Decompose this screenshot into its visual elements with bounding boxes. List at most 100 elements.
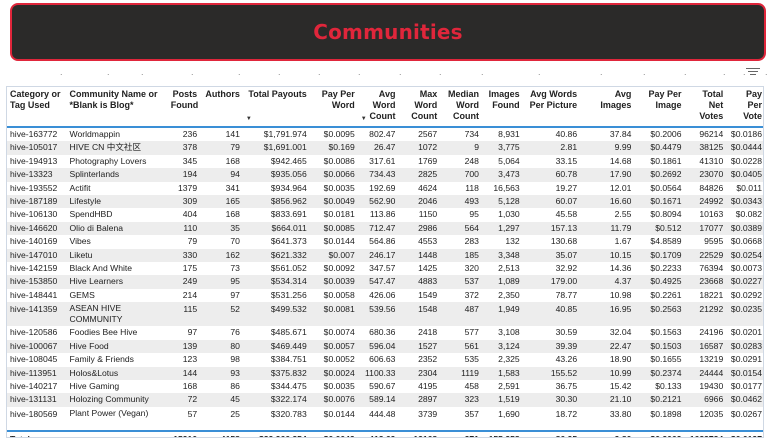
table-cell: 317.61 [369,155,396,166]
table-cell: 214 [182,289,198,300]
table-cell: $0.1655 [650,354,682,365]
table-cell: 19.27 [555,182,578,193]
table-cell: 712.47 [357,221,399,236]
table-row[interactable]: hive-105017 HIVE CN 中文社区 378 79 $1,691.001 $0… [7,141,763,155]
communities-table[interactable]: Category or Tag Used Community Name or *B… [6,86,764,438]
column-header[interactable]: Total Payouts ▼ [242,87,310,128]
table-cell: 6966 [684,393,727,407]
table-cell: 33.80 [609,408,632,419]
column-header[interactable]: Avg Word Count ▼ [357,87,399,128]
table-cell: 487 [440,302,482,327]
table-cell [66,429,168,437]
column-header[interactable]: Avg Words Per Picture [522,87,581,128]
table-cell: 10.98 [609,289,632,300]
column-header[interactable]: Images Found [481,87,523,128]
table-cell: $0.0343 [726,195,763,209]
table-row[interactable]: hive-153850 Hive Learners 249 95 $534.314 $0.… [7,275,763,289]
table-cell: hive-193552 [10,182,58,193]
table-cell: 22529 [684,248,727,263]
column-header[interactable]: Authors [200,87,243,128]
table-cell: hive-131131 [7,393,67,407]
table-cell: Photography Lovers [69,155,147,166]
table-cell: 76 [230,327,240,338]
table-row[interactable]: hive-106130 SpendHBD 404 168 $833.691 $0.0181… [7,208,763,221]
column-header[interactable]: Community Name or *Blank is Blog* [66,87,168,128]
table-cell: 98 [230,354,240,365]
table-cell: 9.80 [580,429,635,437]
table-row[interactable]: hive-131131 Holozing Community 72 45 $322.17… [7,393,763,407]
table-cell: 80 [200,339,243,354]
table-cell: $0.0201 [730,327,762,338]
column-header[interactable]: Category or Tag Used [7,87,67,128]
table-row[interactable]: hive-113951 Holos&Lotus 144 93 $375.832 $0.00… [7,366,763,380]
table-row[interactable]: hive-140217 Hive Gaming 168 86 $344.475 $0.00… [7,380,763,393]
table-row[interactable]: hive-147010 Liketu 330 162 $621.332 $0.007 246… [7,248,763,263]
drag-dot: . [481,67,484,77]
table-cell: hive-140217 [10,380,58,391]
table-cell: 3,775 [481,141,523,155]
table-cell: 802.47 [369,129,396,139]
column-header[interactable]: Median Word Count [440,87,482,128]
table-cell: HIVE CN 中文社区 [66,141,168,155]
table-cell: GEMS [69,289,95,300]
table-row[interactable]: hive-180569 Plant Power (Vegan) 57 25 $320.7… [7,407,763,431]
table-row[interactable]: hive-108045 Family & Friends 123 98 $384.751… [7,353,763,366]
column-header[interactable]: Max Word Count [398,87,441,128]
column-header[interactable]: Pay Per Word [309,87,358,128]
table-cell: 37.84 [609,129,632,139]
column-header-label: Community Name or *Blank is Blog* [69,89,158,110]
table-cell: $0.4479 [634,141,685,155]
table-cell: 155,958 [481,429,523,437]
column-header[interactable]: Pay Per Image [634,87,685,128]
table-cell: hive-106130 [10,209,58,220]
table-cell: 18.90 [609,354,632,365]
table-cell: 1549 [418,289,438,300]
table-cell: $0.0049 [309,195,358,209]
title-banner: Communities [10,3,766,61]
table-row[interactable]: hive-142159 Black And White 175 73 $561.052 $… [7,262,763,275]
table-cell: 52 [200,302,243,327]
table-cell: 12168 [398,429,441,437]
table-cell: 309 [167,195,201,209]
table-cell: $499.532 [242,302,310,327]
table-cell: 132 [505,236,520,247]
table-cell: $0.0066 [309,168,358,182]
page-title: Communities [313,20,463,44]
column-header[interactable]: Posts Found [167,87,201,128]
table-row[interactable]: hive-13323 Splinterlands 194 94 $935.056 $0.0… [7,168,763,182]
table-row[interactable]: hive-146620 Olio di Balena 110 35 $664.011 $0… [7,221,763,236]
column-header[interactable]: Total Net Votes [684,87,727,128]
table-row[interactable]: hive-148441 GEMS 214 97 $531.256 $0.0058 426.0… [7,289,763,302]
table-cell: 12.01 [609,182,632,193]
table-cell: 22.47 [580,339,635,354]
table-cell: 2304 [398,366,441,380]
table-cell: Foodies Bee Hive [69,327,138,338]
table-row[interactable]: hive-187189 Lifestyle 309 165 $856.962 $0.004… [7,195,763,209]
table-row[interactable]: hive-120586 Foodies Bee Hive 97 76 $485.671 $… [7,326,763,339]
table-row[interactable]: hive-140169 Vibes 79 70 $641.373 $0.0144 564.8… [7,235,763,248]
table-cell: 16.95 [580,302,635,327]
table-row[interactable]: hive-141359 ASEAN HIVE COMMUNITY 115 52 $499… [7,302,763,327]
table-cell: 86.25 [522,429,581,437]
table-cell: 1,030 [498,209,520,220]
table-row[interactable]: hive-100067 Hive Food 139 80 $469.449 $0.0057… [7,339,763,354]
table-cell: 1527 [398,339,441,354]
table-cell: $534.314 [242,275,310,289]
filter-lines-icon[interactable] [746,66,760,78]
table-cell: 15910 [167,429,201,437]
table-row[interactable]: hive-193552 Actifit 1379 341 $934.964 $0.0035… [7,182,763,195]
table-cell: 680.36 [369,327,396,338]
table-cell: 115 [167,302,201,327]
table-cell: $561.052 [270,263,307,274]
column-header-label: Avg Images [600,89,632,110]
table-cell: $0.0186 [730,129,762,139]
sort-descending-icon: ▼ [360,116,367,122]
table-cell: $0.2006 [650,129,682,139]
table-row[interactable]: hive-194913 Photography Lovers 345 168 $942.… [7,155,763,168]
total-row[interactable]: Total 159104158$32,266.354$0.0049413.6912… [7,429,763,437]
table-cell: 2352 [418,354,438,365]
table-cell: hive-113951 [7,366,67,380]
table-row[interactable]: hive-163772 Worldmappin 236 141 $1,791.974 $0… [7,127,763,141]
column-header[interactable]: Pay Per Vote [726,87,763,128]
column-header[interactable]: Avg Images [580,87,635,128]
